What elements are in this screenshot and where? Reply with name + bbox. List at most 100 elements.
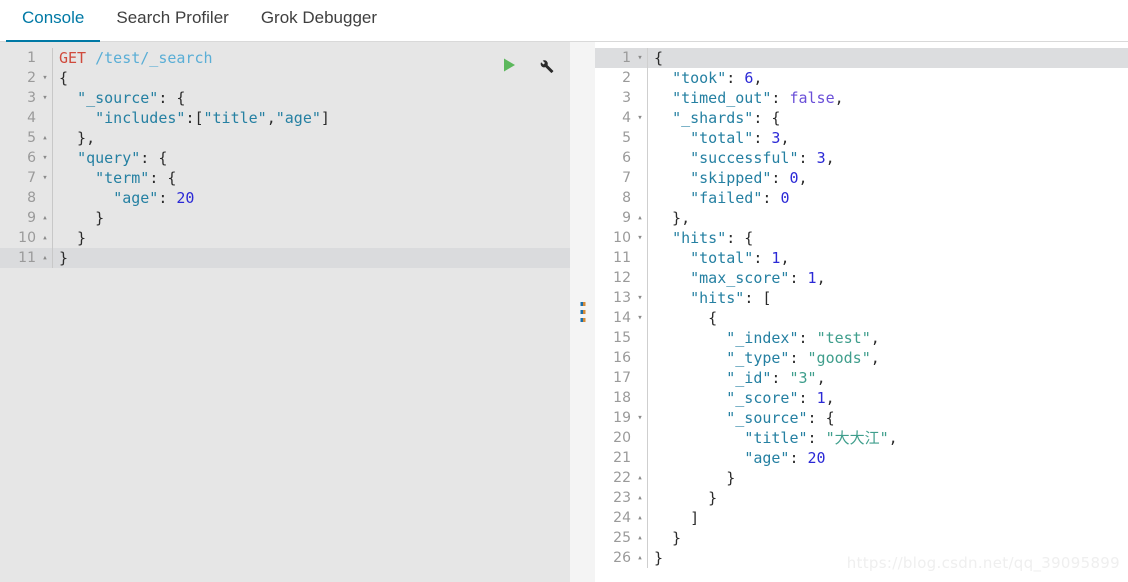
play-icon[interactable] [498,54,520,76]
code-line[interactable]: 20 "title": "大大江", [595,428,1128,448]
tab-search-profiler[interactable]: Search Profiler [100,0,244,41]
code-line[interactable]: 11 ▴} [0,248,570,268]
code-line[interactable]: 17 "_id": "3", [595,368,1128,388]
code-line[interactable]: 22 ▴ } [595,468,1128,488]
code-line[interactable]: 15 "_index": "test", [595,328,1128,348]
code-line[interactable]: 2 "took": 6, [595,68,1128,88]
response-viewer-pane[interactable]: 1 ▾{2 "took": 6, 3 "timed_out": false, 4 ▾ "… [595,42,1128,582]
code-line[interactable]: 7 "skipped": 0, [595,168,1128,188]
fold-close-icon[interactable]: ▴ [633,208,647,228]
line-number: 22 [613,470,631,486]
fold-open-icon[interactable]: ▾ [38,88,52,108]
fold-open-icon[interactable]: ▾ [38,148,52,168]
fold-open-icon[interactable]: ▾ [38,68,52,88]
code-line[interactable]: 3 ▾ "_source": { [0,88,570,108]
fold-none [38,48,52,68]
gutter-divider [647,548,648,568]
fold-close-icon[interactable]: ▴ [633,488,647,508]
request-code-lines[interactable]: 1 GET /test/_search 2 ▾{3 ▾ "_source": {4 "i… [0,42,570,268]
code-line[interactable]: 18 "_score": 1, [595,388,1128,408]
code-line[interactable]: 23 ▴ } [595,488,1128,508]
code-line[interactable]: 8 "failed": 0 [595,188,1128,208]
code-line[interactable]: 4 ▾ "_shards": { [595,108,1128,128]
response-code-lines[interactable]: 1 ▾{2 "took": 6, 3 "timed_out": false, 4 ▾ "… [595,42,1128,568]
token: :[ [185,109,204,127]
code-line[interactable]: 6 ▾ "query": { [0,148,570,168]
code-line[interactable]: 7 ▾ "term": { [0,168,570,188]
line-number: 4 [27,110,36,126]
drag-handle-icon[interactable] [580,302,585,322]
line-number: 9 [27,210,36,226]
gutter-divider [52,48,53,68]
fold-close-icon[interactable]: ▴ [38,208,52,228]
tab-list: Console Search Profiler Grok Debugger [6,0,393,42]
code-line[interactable]: 25 ▴ } [595,528,1128,548]
code-line[interactable]: 10 ▴ } [0,228,570,248]
fold-open-icon[interactable]: ▾ [633,308,647,328]
code-line[interactable]: 10 ▾ "hits": { [595,228,1128,248]
code-line[interactable]: 26 ▴} [595,548,1128,568]
line-text: "hits": [ [654,288,1128,308]
code-line[interactable]: 9 ▴ } [0,208,570,228]
token: , [816,269,826,287]
code-line[interactable]: 11 "total": 1, [595,248,1128,268]
code-line[interactable]: 5 "total": 3, [595,128,1128,148]
line-text: "_index": "test", [654,328,1128,348]
code-line[interactable]: 16 "_type": "goods", [595,348,1128,368]
fold-close-icon[interactable]: ▴ [633,468,647,488]
wrench-icon[interactable] [534,54,556,76]
code-line[interactable]: 19 ▾ "_source": { [595,408,1128,428]
fold-close-icon[interactable]: ▴ [633,508,647,528]
code-line[interactable]: 1 ▾ { [595,48,1128,68]
fold-none [633,128,647,148]
code-line[interactable]: 9 ▴ }, [595,208,1128,228]
fold-open-icon[interactable]: ▾ [38,168,52,188]
code-line[interactable]: 21 "age": 20 [595,448,1128,468]
line-text: "max_score": 1, [654,268,1128,288]
gutter-divider [647,228,648,248]
line-text: GET /test/_search [59,48,570,68]
fold-open-icon[interactable]: ▾ [633,228,647,248]
line-number: 3 [622,90,631,106]
code-line[interactable]: 1 GET /test/_search [0,48,570,68]
code-line[interactable]: 5 ▴ }, [0,128,570,148]
fold-open-icon[interactable]: ▾ [633,48,647,68]
tab-grok-debugger[interactable]: Grok Debugger [245,0,393,41]
line-text: "term": { [59,168,570,188]
code-line[interactable]: 4 "includes":["title","age"] [0,108,570,128]
line-number: 20 [613,430,631,446]
fold-open-icon[interactable]: ▾ [633,408,647,428]
fold-close-icon[interactable]: ▴ [38,228,52,248]
fold-close-icon[interactable]: ▴ [38,128,52,148]
token: : [ [744,289,772,307]
code-line[interactable]: 13 ▾ "hits": [ [595,288,1128,308]
line-text: } [59,228,570,248]
tab-bar: Console Search Profiler Grok Debugger [0,0,1128,42]
fold-close-icon[interactable]: ▴ [38,248,52,268]
code-line[interactable]: 8 "age": 20 [0,188,570,208]
fold-open-icon[interactable]: ▾ [633,108,647,128]
code-line[interactable]: 2 ▾ { [0,68,570,88]
code-line[interactable]: 12 "max_score": 1, [595,268,1128,288]
code-line[interactable]: 14 ▾ { [595,308,1128,328]
request-editor-pane[interactable]: 1 GET /test/_search 2 ▾{3 ▾ "_source": {4 "i… [0,42,570,582]
token: : [798,329,817,347]
code-line[interactable]: 24 ▴ ] [595,508,1128,528]
fold-none [633,248,647,268]
fold-close-icon[interactable]: ▴ [633,548,647,568]
code-line[interactable]: 6 "successful": 3, [595,148,1128,168]
fold-open-icon[interactable]: ▾ [633,288,647,308]
line-text: } [654,468,1128,488]
tab-console[interactable]: Console [6,0,101,42]
pane-splitter[interactable] [570,42,595,582]
token: "includes" [95,109,186,127]
token: : { [149,169,177,187]
code-line[interactable]: 3 "timed_out": false, [595,88,1128,108]
token: , [780,129,790,147]
fold-close-icon[interactable]: ▴ [633,528,647,548]
token: "_source" [726,409,808,427]
